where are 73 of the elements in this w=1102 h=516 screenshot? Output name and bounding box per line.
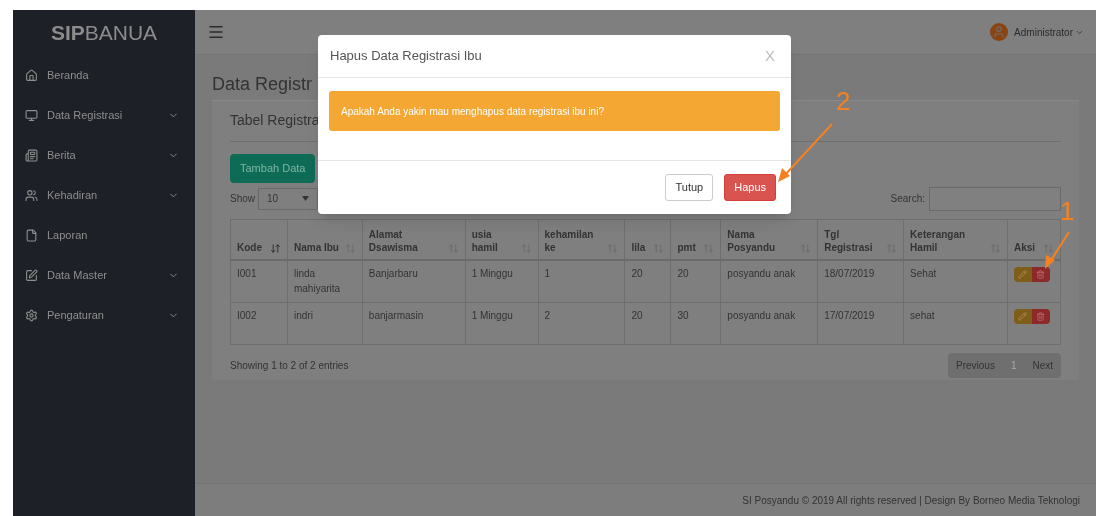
gear-icon [25,308,38,322]
brand-logo[interactable]: SIPBANUA [50,16,158,49]
pencil-icon [1018,270,1028,279]
page-title: Data Registr [212,75,314,93]
page-link[interactable]: Previous [947,357,1003,373]
table-cell: posyandu anak [720,302,818,344]
sidebar-item[interactable]: Laporan [13,215,195,255]
column-header[interactable]: Keterangan Hamil [903,219,1008,260]
page-size-select[interactable]: 10 [258,187,318,210]
table-cell: 1 Minggu [465,302,538,344]
annotation-arrow [1042,230,1072,270]
table-cell: 1 Minggu [465,260,538,302]
home-icon [25,68,38,82]
column-header[interactable]: Tgl Registrasi [817,219,904,260]
table-cell: sehat [903,302,1008,344]
table-cell: 30 [670,302,721,344]
table-cell: 17/07/2019 [817,302,904,344]
monitor-icon [25,108,38,122]
column-header[interactable]: Nama Posyandu [720,219,818,260]
delete-button[interactable] [1031,308,1050,324]
sidebar-item[interactable]: Berita [13,135,195,175]
sidebar-item[interactable]: Kehadiran [13,175,195,215]
column-header[interactable]: Nama Ibu [287,219,363,260]
sidebar-item[interactable]: Pengaturan [13,295,195,335]
caret-icon [302,196,309,201]
column-header[interactable]: lila [624,219,671,260]
column-header[interactable]: pmt [670,219,721,260]
table-cell: 20 [670,260,721,302]
table-cell: I001 [230,260,288,302]
page-link[interactable]: Next [1024,357,1061,373]
column-header[interactable]: kehamilan ke [538,219,625,260]
add-data-button[interactable]: Tambah Data [230,154,316,183]
menu-icon[interactable] [207,23,225,41]
show-label: Show [230,192,255,206]
trash-icon [1036,311,1046,321]
sidebar-item[interactable]: Data Master [13,255,195,295]
newspaper-icon [25,148,38,162]
table-cell: banjarmasin [362,302,466,344]
table-cell: Sehat [903,260,1008,302]
search-label: Search: [890,192,925,206]
avatar-icon[interactable] [990,23,1009,41]
table-cell: posyandu anak [720,260,818,302]
table-cell: 20 [624,260,671,302]
table-cell: linda mahiyarita [287,260,363,302]
sidebar-item[interactable]: Beranda [13,55,195,95]
table-cell: 20 [624,302,671,344]
trash-icon [1036,270,1046,279]
footer-text: SI Posyandu © 2019 All rights reserved | Design By Borneo Media Teknologi [742,493,1080,508]
close-button[interactable]: X [765,44,775,68]
edit-icon [25,268,38,282]
table-cell: 18/07/2019 [817,260,904,302]
delete-confirm-button[interactable]: Hapus [724,174,776,201]
warning-alert: Apakah Anda yakin mau menghapus data registrasi ibu ini? [329,91,780,131]
close-dialog-button[interactable]: Tutup [665,174,714,201]
column-header[interactable]: Alamat Dsawisma [362,219,466,260]
table-cell: indri [287,302,363,344]
entries-info: Showing 1 to 2 of 2 entries [230,358,349,373]
table-cell: 1 [538,260,625,302]
edit-button[interactable] [1013,308,1032,324]
users-icon [25,188,38,202]
table-cell: Banjarbaru [362,260,466,302]
table-cell: I002 [230,302,288,344]
annotation-number: 1 [1060,198,1075,224]
annotation-arrow [776,122,834,184]
edit-button[interactable] [1013,267,1032,282]
sidebar-item[interactable]: Data Registrasi [13,95,195,135]
user-menu[interactable]: Administrator [1014,24,1073,40]
table-cell: 2 [538,302,625,344]
column-header[interactable]: usia hamil [465,219,538,260]
pencil-icon [1018,311,1028,321]
file-icon [25,228,38,242]
dialog-title: Hapus Data Registrasi Ibu [330,47,482,66]
column-header[interactable]: Kode [230,219,288,260]
